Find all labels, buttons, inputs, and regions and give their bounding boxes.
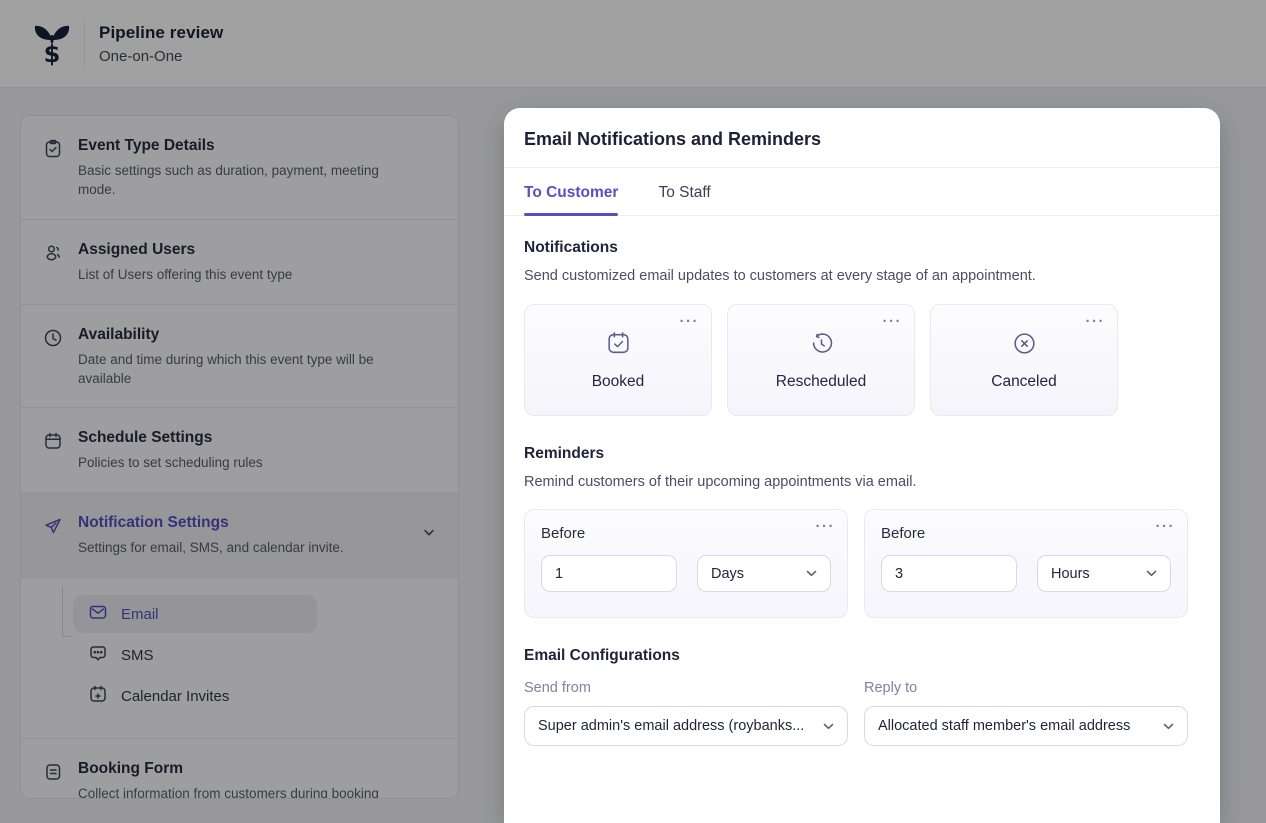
notifications-section: Notifications Send customized email upda… bbox=[524, 239, 1200, 416]
select-value: Days bbox=[711, 566, 744, 582]
before-label: Before bbox=[541, 525, 831, 542]
reply-to-label: Reply to bbox=[864, 680, 1188, 696]
select-value: Allocated staff member's email address bbox=[878, 718, 1130, 734]
tab-label: To Staff bbox=[658, 184, 710, 201]
more-options-icon[interactable]: ··· bbox=[816, 516, 836, 537]
reminders-heading: Reminders bbox=[524, 445, 1200, 463]
reminders-description: Remind customers of their upcoming appoi… bbox=[524, 474, 1200, 490]
tab-to-staff[interactable]: To Staff bbox=[658, 168, 710, 215]
select-value: Hours bbox=[1051, 566, 1090, 582]
notifications-heading: Notifications bbox=[524, 239, 1200, 257]
reminder-value-input[interactable] bbox=[541, 555, 677, 592]
email-notifications-modal: Email Notifications and Reminders To Cus… bbox=[504, 108, 1220, 823]
email-configurations-section: Email Configurations Send from Super adm… bbox=[524, 647, 1200, 746]
tab-label: To Customer bbox=[524, 184, 618, 201]
reminders-section: Reminders Remind customers of their upco… bbox=[524, 445, 1200, 618]
calendar-check-icon bbox=[605, 330, 632, 362]
modal-tabs: To Customer To Staff bbox=[504, 168, 1220, 216]
circle-x-icon bbox=[1011, 330, 1038, 362]
modal-title: Email Notifications and Reminders bbox=[524, 129, 1200, 150]
notification-card-label: Booked bbox=[592, 373, 645, 391]
send-from-select[interactable]: Super admin's email address (roybanks... bbox=[524, 706, 848, 746]
more-options-icon[interactable]: ··· bbox=[1156, 516, 1176, 537]
notification-card-rescheduled[interactable]: ··· Rescheduled bbox=[727, 304, 915, 416]
reminder-unit-select[interactable]: Hours bbox=[1037, 555, 1171, 592]
more-options-icon[interactable]: ··· bbox=[680, 311, 700, 332]
notification-card-booked[interactable]: ··· Booked bbox=[524, 304, 712, 416]
notification-card-canceled[interactable]: ··· Canceled bbox=[930, 304, 1118, 416]
reminder-value-input[interactable] bbox=[881, 555, 1017, 592]
send-from-label: Send from bbox=[524, 680, 848, 696]
notification-card-label: Canceled bbox=[991, 373, 1057, 391]
reminder-unit-select[interactable]: Days bbox=[697, 555, 831, 592]
history-clock-icon bbox=[808, 330, 835, 362]
select-value: Super admin's email address (roybanks... bbox=[538, 718, 804, 734]
before-label: Before bbox=[881, 525, 1171, 542]
more-options-icon[interactable]: ··· bbox=[1086, 311, 1106, 332]
reminder-card: ··· Before Days bbox=[524, 509, 848, 618]
notifications-description: Send customized email updates to custome… bbox=[524, 268, 1200, 284]
modal-header: Email Notifications and Reminders bbox=[504, 108, 1220, 168]
modal-body: Notifications Send customized email upda… bbox=[504, 216, 1220, 746]
reply-to-select[interactable]: Allocated staff member's email address bbox=[864, 706, 1188, 746]
email-configurations-heading: Email Configurations bbox=[524, 647, 1200, 665]
tab-to-customer[interactable]: To Customer bbox=[524, 168, 618, 215]
active-tab-underline bbox=[524, 213, 618, 216]
more-options-icon[interactable]: ··· bbox=[883, 311, 903, 332]
reminder-card: ··· Before Hours bbox=[864, 509, 1188, 618]
notification-card-label: Rescheduled bbox=[776, 373, 866, 391]
